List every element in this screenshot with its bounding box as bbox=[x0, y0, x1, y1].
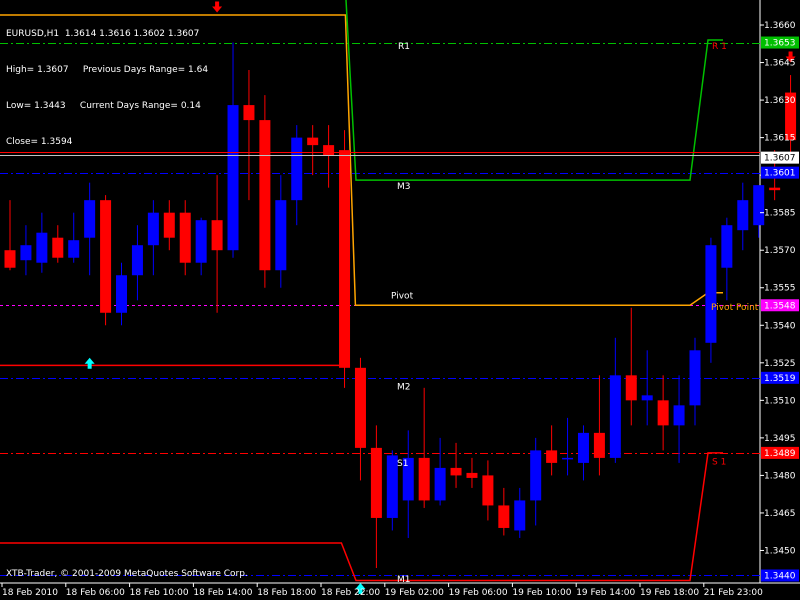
y-tick-label: 1.3525 bbox=[764, 359, 796, 369]
candle-body bbox=[354, 367, 366, 448]
candle-body bbox=[689, 350, 701, 406]
x-tick-label: 18 Feb 18:00 bbox=[257, 588, 316, 598]
x-tick-label: 18 Feb 2010 bbox=[2, 588, 58, 598]
candle-body bbox=[370, 447, 382, 518]
candle-body bbox=[466, 472, 478, 478]
m1-label: M1 bbox=[397, 575, 411, 585]
y-tick-label: 1.3540 bbox=[764, 321, 796, 331]
price-box-label-r1: 1.3653 bbox=[764, 39, 796, 49]
candle-body bbox=[721, 225, 733, 268]
x-tick-label: 19 Feb 02:00 bbox=[385, 588, 444, 598]
y-tick-label: 1.3450 bbox=[764, 546, 796, 556]
candle-body bbox=[147, 212, 159, 246]
y-tick-label: 1.3570 bbox=[764, 246, 796, 256]
x-tick-label: 18 Feb 06:00 bbox=[66, 588, 125, 598]
y-tick-label: 1.3555 bbox=[764, 284, 796, 294]
m2-label: M2 bbox=[397, 382, 411, 392]
candle-body bbox=[179, 212, 191, 263]
candle-body bbox=[498, 505, 510, 528]
s1-right-label: S 1 bbox=[712, 457, 726, 467]
candle-body bbox=[434, 467, 446, 501]
candle-body bbox=[20, 245, 32, 261]
x-tick-label: 18 Feb 14:00 bbox=[193, 588, 252, 598]
r1-right-label: R 1 bbox=[712, 42, 727, 52]
candle-body bbox=[546, 450, 558, 463]
info-line-3: Low= 1.3443 Current Days Range= 0.14 bbox=[6, 101, 201, 111]
candle-body bbox=[36, 232, 48, 263]
y-tick-label: 1.3630 bbox=[764, 96, 796, 106]
candle-body bbox=[737, 200, 749, 231]
candle-body bbox=[131, 245, 143, 276]
y-tick-label: 1.3660 bbox=[764, 21, 796, 31]
candle-body bbox=[195, 220, 207, 263]
m3-label: M3 bbox=[397, 182, 411, 192]
copyright-footer: XTB-Trader, © 2001-2009 MetaQuotes Softw… bbox=[6, 569, 248, 579]
candle-body bbox=[705, 245, 717, 343]
candle-body bbox=[769, 187, 781, 191]
candle-body bbox=[609, 375, 621, 458]
candle-body bbox=[227, 105, 239, 251]
candle-body bbox=[562, 457, 574, 460]
x-tick-label: 21 Feb 23:00 bbox=[704, 588, 763, 598]
candle-body bbox=[450, 467, 462, 476]
y-tick-label: 1.3615 bbox=[764, 134, 796, 144]
current-price-label: 1.3607 bbox=[764, 154, 796, 164]
price-box-label-pivot: 1.3548 bbox=[764, 301, 796, 311]
candle-body bbox=[68, 240, 80, 258]
candle-body bbox=[52, 237, 64, 258]
candle-body bbox=[339, 150, 351, 368]
candle-body bbox=[4, 250, 16, 268]
info-line-1: EURUSD,H1 1.3614 1.3616 1.3602 1.3607 bbox=[6, 29, 200, 39]
info-line-4: Close= 1.3594 bbox=[6, 137, 73, 147]
candle-body bbox=[307, 137, 319, 146]
candle-body bbox=[211, 220, 223, 251]
symbol-info: EURUSD,H1 1.3614 1.3616 1.3602 1.3607 Hi… bbox=[6, 4, 208, 160]
y-tick-label: 1.3465 bbox=[764, 509, 796, 519]
x-tick-label: 18 Feb 22:00 bbox=[321, 588, 380, 598]
r1-label: R1 bbox=[398, 42, 410, 52]
x-tick-label: 19 Feb 18:00 bbox=[640, 588, 699, 598]
price-box-label-s1: 1.3489 bbox=[764, 449, 796, 459]
candle-body bbox=[530, 450, 542, 501]
price-box-label-m2: 1.3519 bbox=[764, 374, 796, 384]
s1-label: S1 bbox=[397, 459, 408, 469]
candle-body bbox=[593, 432, 605, 458]
candle-body bbox=[275, 200, 287, 271]
info-line-2: High= 1.3607 Previous Days Range= 1.64 bbox=[6, 65, 209, 75]
pivot-right-label: Pivot Point bbox=[711, 303, 759, 313]
candle-body bbox=[514, 500, 526, 531]
candle-body bbox=[673, 405, 685, 426]
candle-body bbox=[657, 400, 669, 426]
candle-body bbox=[482, 475, 494, 506]
x-tick-label: 18 Feb 10:00 bbox=[130, 588, 189, 598]
candle-body bbox=[418, 457, 430, 501]
candle-body bbox=[577, 432, 589, 463]
x-tick-label: 19 Feb 06:00 bbox=[449, 588, 508, 598]
candle-body bbox=[100, 200, 112, 313]
candle-body bbox=[641, 395, 653, 401]
candle-body bbox=[163, 212, 175, 238]
price-box-label-m3: 1.3601 bbox=[764, 169, 796, 179]
y-tick-label: 1.3480 bbox=[764, 471, 796, 481]
candle-body bbox=[625, 375, 637, 401]
y-tick-label: 1.3585 bbox=[764, 209, 796, 219]
candle-body bbox=[291, 137, 303, 201]
candle-body bbox=[84, 200, 96, 238]
x-tick-label: 19 Feb 10:00 bbox=[512, 588, 571, 598]
y-tick-label: 1.3495 bbox=[764, 434, 796, 444]
x-tick-label: 19 Feb 14:00 bbox=[576, 588, 635, 598]
y-tick-label: 1.3645 bbox=[764, 59, 796, 69]
candle-body bbox=[243, 105, 255, 121]
y-tick-label: 1.3510 bbox=[764, 396, 796, 406]
price-box-label-m1: 1.3440 bbox=[764, 571, 796, 581]
candle-body bbox=[259, 120, 271, 271]
candle-body bbox=[116, 275, 128, 313]
candle-body bbox=[753, 185, 765, 226]
pivot-label: Pivot bbox=[391, 291, 414, 301]
candle-body bbox=[323, 145, 335, 156]
